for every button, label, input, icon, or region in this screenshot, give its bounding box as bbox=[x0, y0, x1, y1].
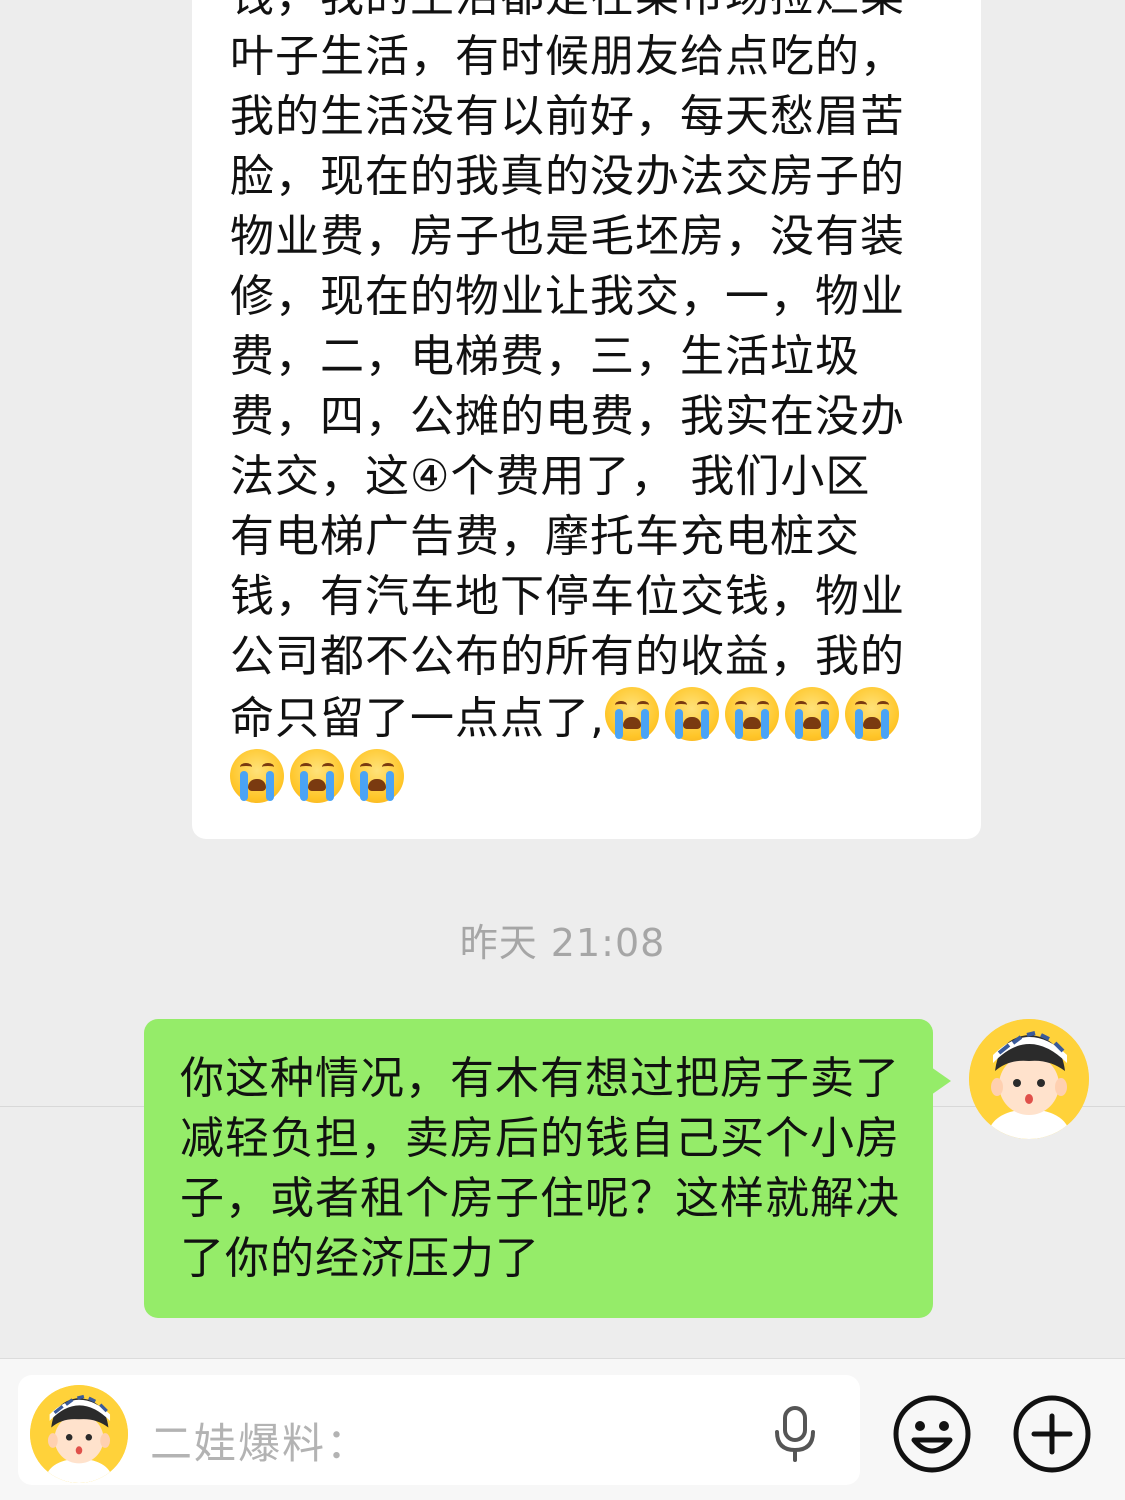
message-timestamp: 昨天 21:08 bbox=[459, 921, 666, 965]
incoming-message-text: 钱，我的生活都是在菜市场捡烂菜 叶子生活，有时候朋友给点吃的， 我的生活没有以前… bbox=[230, 0, 951, 811]
loudly-crying-face-icon bbox=[230, 749, 284, 803]
incoming-line: 法交，这④个费用了， 我们小区 bbox=[230, 451, 871, 502]
input-placeholder[interactable]: 二娃爆料： bbox=[150, 1410, 370, 1471]
incoming-line: 费，四，公摊的电费，我实在没办 bbox=[230, 391, 905, 442]
incoming-line: 修，现在的物业让我交，一，物业 bbox=[230, 271, 905, 322]
smiley-face-icon[interactable] bbox=[890, 1392, 974, 1476]
loudly-crying-face-icon bbox=[605, 687, 659, 741]
loudly-crying-face-icon bbox=[725, 687, 779, 741]
message-input[interactable] bbox=[18, 1375, 860, 1485]
emoji-row bbox=[230, 749, 410, 806]
incoming-line: 命只留了一点点了, bbox=[230, 693, 605, 744]
incoming-line: 费，二，电梯费，三，生活垃圾 bbox=[230, 331, 860, 382]
emoji-row bbox=[605, 687, 905, 744]
avatar[interactable] bbox=[969, 1019, 1089, 1139]
outgoing-message-text: 你这种情况，有木有想过把房子卖了减轻负担，卖房后的钱自己买个小房子，或者租个房子… bbox=[180, 1053, 900, 1284]
cartoon-boy-avatar-icon bbox=[969, 1019, 1089, 1139]
loudly-crying-face-icon bbox=[350, 749, 404, 803]
cartoon-boy-avatar-icon bbox=[30, 1385, 128, 1483]
incoming-line: 钱，有汽车地下停车位交钱，物业 bbox=[230, 571, 905, 622]
incoming-line: 公司都不公布的所有的收益，我的 bbox=[230, 631, 905, 682]
plus-circle-icon[interactable] bbox=[1010, 1392, 1094, 1476]
microphone-icon[interactable] bbox=[770, 1404, 820, 1464]
incoming-message-bubble[interactable]: 钱，我的生活都是在菜市场捡烂菜 叶子生活，有时候朋友给点吃的， 我的生活没有以前… bbox=[192, 0, 981, 839]
incoming-line: 有电梯广告费，摩托车充电桩交 bbox=[230, 511, 860, 562]
loudly-crying-face-icon bbox=[290, 749, 344, 803]
input-avatar[interactable] bbox=[30, 1385, 128, 1483]
loudly-crying-face-icon bbox=[665, 687, 719, 741]
incoming-line: 钱，我的生活都是在菜市场捡烂菜 bbox=[230, 0, 905, 22]
loudly-crying-face-icon bbox=[785, 687, 839, 741]
incoming-line: 脸，现在的我真的没办法交房子的 bbox=[230, 151, 905, 202]
chat-area: 钱，我的生活都是在菜市场捡烂菜 叶子生活，有时候朋友给点吃的， 我的生活没有以前… bbox=[0, 0, 1125, 1358]
incoming-line: 物业费，房子也是毛坯房，没有装 bbox=[230, 211, 905, 262]
incoming-line: 我的生活没有以前好，每天愁眉苦 bbox=[230, 91, 905, 142]
loudly-crying-face-icon bbox=[845, 687, 899, 741]
incoming-line: 叶子生活，有时候朋友给点吃的， bbox=[230, 31, 905, 82]
outgoing-message-bubble[interactable]: 你这种情况，有木有想过把房子卖了减轻负担，卖房后的钱自己买个小房子，或者租个房子… bbox=[144, 1019, 951, 1318]
